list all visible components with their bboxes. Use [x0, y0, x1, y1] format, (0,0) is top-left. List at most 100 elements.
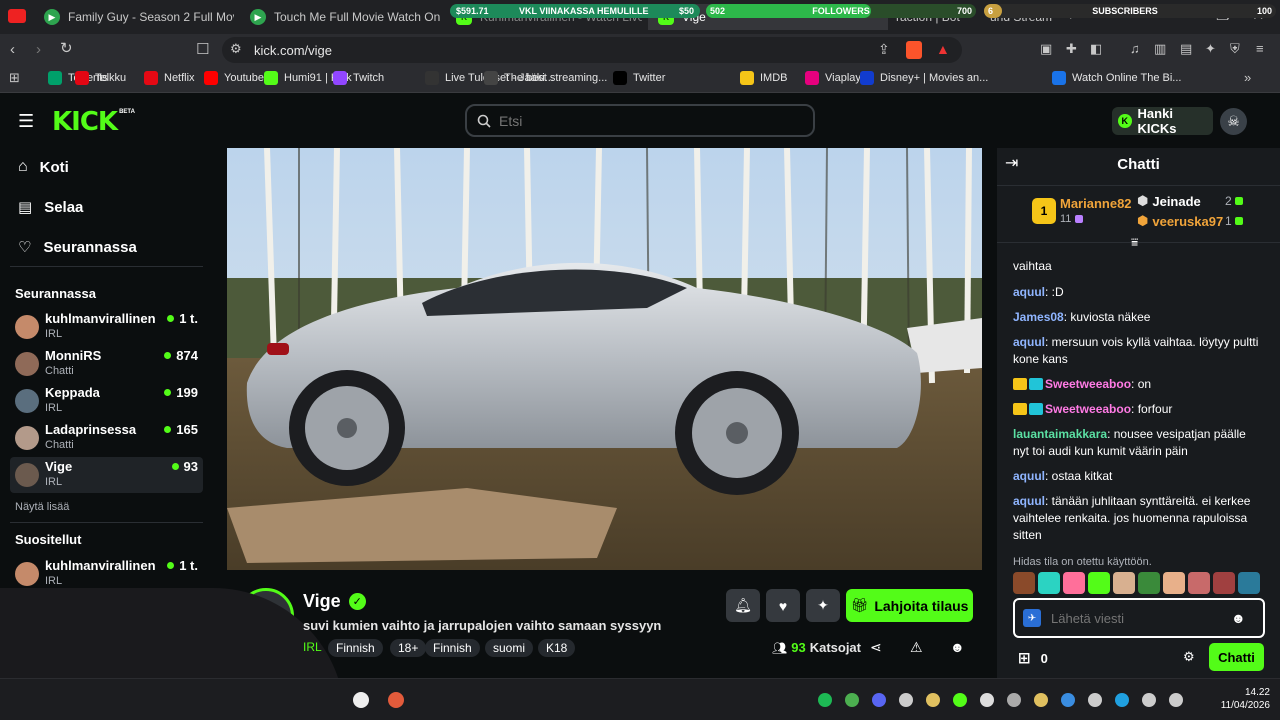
stream-tag[interactable]: Finnish [425, 639, 480, 657]
kick-logo[interactable]: KICK BETA [52, 107, 135, 137]
vpn-icon[interactable]: ⛨ [1230, 42, 1240, 55]
stream-tag[interactable]: 18+ [390, 639, 427, 657]
bookmark-item[interactable]: Youtube [204, 71, 264, 85]
stream-category[interactable]: IRL [303, 640, 322, 654]
nav-following[interactable]: ♡ Seurannassa [18, 238, 137, 257]
show-more-link[interactable]: Näytä lisää [15, 501, 69, 513]
bookmark-item[interactable]: Twitch [333, 71, 384, 85]
chat-username[interactable]: aquul [1013, 285, 1045, 299]
media-icon[interactable]: ♫ [1130, 42, 1140, 55]
tray-icon[interactable] [1169, 693, 1183, 707]
browser-tab[interactable]: ▶ Touch Me Full Movie Watch Online 1 [240, 4, 440, 30]
user-avatar[interactable]: ☠ [1220, 108, 1247, 135]
emote-icon[interactable] [1238, 572, 1260, 594]
site-info-icon[interactable]: ⚙ [230, 42, 242, 55]
chat-username[interactable]: aquul [1013, 494, 1045, 508]
bookmark-item[interactable]: Telkku [75, 71, 126, 85]
notification-bell-button[interactable]: 🔔︎ [726, 589, 760, 622]
share-icon[interactable]: ⇪ [878, 42, 890, 56]
tray-icon[interactable] [926, 693, 940, 707]
search-input[interactable] [499, 112, 789, 129]
tray-icon[interactable] [818, 693, 832, 707]
tray-icon[interactable] [845, 693, 859, 707]
sidebar-channel[interactable]: kuhlmanvirallinen IRL 1 t. [10, 309, 203, 345]
chat-input[interactable] [1051, 610, 1221, 626]
user-card-icon[interactable]: ☻ [950, 640, 965, 654]
follow-button[interactable]: ♥ [766, 589, 800, 622]
screenshot-icon[interactable]: ▣ [1040, 42, 1052, 55]
taskbar-clock[interactable]: 14.22 11/04/2026 [1210, 686, 1270, 712]
bookmark-item[interactable]: Netflix [144, 71, 195, 85]
leo-ai-icon[interactable]: ✦ [1205, 42, 1216, 55]
chrome-app-icon[interactable] [353, 692, 369, 708]
rewards-icon[interactable]: ▲ [936, 41, 950, 57]
bookmark-item[interactable]: Watch Online The Bi... [1052, 71, 1181, 85]
chat-username[interactable]: aquul [1013, 469, 1045, 483]
emote-icon[interactable] [1013, 572, 1035, 594]
chat-username[interactable]: aquul [1013, 335, 1045, 349]
leaderboard-entry[interactable]: ⬢ Jeinade [1137, 193, 1201, 209]
sidebar-channel[interactable]: Ladaprinsessa Chatti 165 [10, 420, 203, 456]
wallet-icon[interactable]: ▤ [1180, 42, 1192, 55]
browser-tab[interactable]: ▶ Family Guy - Season 2 Full Movie Wa [34, 4, 234, 30]
tray-icon[interactable] [1061, 693, 1075, 707]
stream-tag[interactable]: Finnish [328, 639, 383, 657]
emoji-icon[interactable]: ☻ [1231, 610, 1246, 626]
apps-grid-icon[interactable]: ⊞ [9, 71, 20, 84]
emote-icon[interactable] [1213, 572, 1235, 594]
youtube-tab-icon[interactable] [8, 9, 26, 23]
tray-icon[interactable] [1142, 693, 1156, 707]
share-icon[interactable]: ⋖ [870, 640, 882, 654]
sidebar-channel[interactable]: Vige IRL 93 [10, 457, 203, 493]
chat-username[interactable]: James08 [1013, 310, 1064, 324]
url-text[interactable]: kick.com/vige [254, 43, 332, 58]
emote-icon[interactable] [1163, 572, 1185, 594]
report-icon[interactable]: ⚠ [910, 640, 923, 654]
pinned-expand-icon[interactable]: ⩸ [1131, 236, 1138, 248]
emote-icon[interactable] [1063, 572, 1085, 594]
video-player[interactable] [227, 148, 982, 570]
chat-username[interactable]: Sweetweeaboo [1045, 377, 1131, 391]
sidebar-channel[interactable]: kuhlmanvirallinen IRL 1 t. [10, 556, 203, 592]
bookmark-item[interactable]: Twitter [613, 71, 665, 85]
get-kicks-button[interactable]: K Hanki KICKs [1112, 106, 1213, 136]
tray-icon[interactable] [1007, 693, 1021, 707]
emote-icon[interactable] [1088, 572, 1110, 594]
stream-tag[interactable]: suomi [485, 639, 534, 657]
leaderboard-entry[interactable]: ⬢ veeruska97 [1137, 213, 1223, 229]
channel-name[interactable]: Vige [303, 591, 341, 612]
url-bar[interactable]: ⚙ kick.com/vige ⇪ ▲ [222, 37, 962, 63]
nav-home[interactable]: ⌂ Koti [18, 158, 69, 176]
brave-shield-icon[interactable] [906, 41, 922, 59]
emote-icon[interactable] [1188, 572, 1210, 594]
tray-icon[interactable] [980, 693, 994, 707]
app-icon[interactable] [388, 692, 404, 708]
emote-icon[interactable] [1038, 572, 1060, 594]
search-bar[interactable] [465, 104, 815, 137]
menu-icon[interactable]: ≡ [1256, 42, 1264, 55]
more-bookmarks-icon[interactable]: » [1244, 71, 1251, 84]
chat-username[interactable]: Sweetweeaboo [1045, 402, 1131, 416]
gift-sub-button[interactable]: 🎁︎ Lahjoita tilaus [846, 589, 973, 622]
extensions-icon[interactable]: ✚ [1066, 42, 1077, 55]
tray-icon[interactable] [1034, 693, 1048, 707]
forward-icon[interactable]: › [36, 42, 41, 57]
top-gifter-name[interactable]: Marianne82 [1060, 196, 1132, 211]
bookmark-item[interactable]: IMDB [740, 71, 788, 85]
reload-icon[interactable]: ↻ [60, 41, 73, 56]
split-view-icon[interactable]: ▥ [1154, 42, 1166, 55]
tray-icon[interactable] [953, 693, 967, 707]
bookmark-item[interactable]: The best streaming... [484, 71, 607, 85]
tray-icon[interactable] [899, 693, 913, 707]
hamburger-menu-icon[interactable]: ☰ [18, 112, 34, 130]
emote-icon[interactable] [1138, 572, 1160, 594]
sidebar-panel-icon[interactable]: ◧ [1090, 42, 1102, 55]
highlight-button[interactable]: ✦ [806, 589, 840, 622]
bookmark-item[interactable]: Viaplay [805, 71, 861, 85]
stream-tag[interactable]: K18 [538, 639, 576, 657]
chat-settings-icon[interactable]: ⚙ [1183, 650, 1195, 663]
tray-icon[interactable] [872, 693, 886, 707]
chat-input-box[interactable]: ✈ ☻ [1013, 598, 1265, 638]
sidebar-channel[interactable]: Keppada IRL 199 [10, 383, 203, 419]
chat-username[interactable]: lauantaimakkara [1013, 427, 1107, 441]
